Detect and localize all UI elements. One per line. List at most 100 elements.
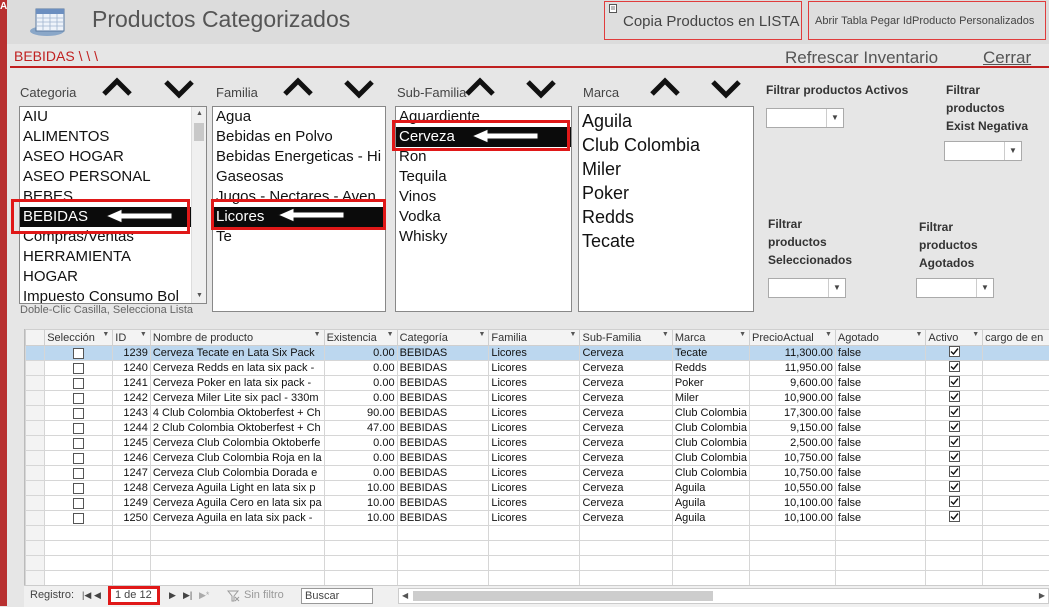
cell-categoria[interactable]: BEBIDAS	[397, 466, 489, 481]
cell-marca[interactable]: Club Colombia	[672, 466, 749, 481]
row-selector[interactable]	[26, 421, 45, 436]
cell-cargo[interactable]	[983, 481, 1049, 496]
seleccion-checkbox[interactable]	[45, 376, 113, 391]
chevron-down-icon[interactable]: ▼	[826, 109, 843, 127]
open-table-button[interactable]: Abrir Tabla Pegar IdProducto Personaliza…	[808, 1, 1046, 40]
cell-agotado[interactable]: false	[835, 511, 925, 526]
chevron-up-icon[interactable]	[100, 76, 134, 98]
copy-products-button[interactable]: Copia Productos en LISTA	[604, 1, 802, 40]
cell-subfamilia[interactable]: Cerveza	[580, 406, 672, 421]
cell-agotado[interactable]: false	[835, 406, 925, 421]
cell-cargo[interactable]	[983, 466, 1049, 481]
cell-nombre[interactable]: Cerveza Club Colombia Roja en la	[150, 451, 324, 466]
row-selector[interactable]	[26, 481, 45, 496]
cell-existencia[interactable]: 10.00	[324, 511, 397, 526]
list-item[interactable]: Gaseosas	[213, 167, 385, 187]
cell-familia[interactable]: Licores	[489, 511, 580, 526]
cell-familia[interactable]: Licores	[489, 421, 580, 436]
categoria-scrollbar[interactable]: ▲ ▼	[191, 107, 206, 303]
row-selector[interactable]	[26, 436, 45, 451]
table-row[interactable]: 12442 Club Colombia Oktoberfest + Ch47.0…	[26, 421, 1049, 436]
cell-precio[interactable]: 9,600.00	[750, 376, 836, 391]
list-item[interactable]: Miler	[579, 157, 753, 181]
cell-nombre[interactable]: Cerveza Tecate en Lata Six Pack	[150, 346, 324, 361]
cell-id[interactable]: 1249	[113, 496, 151, 511]
marca-list[interactable]: Aguila Club Colombia Miler Poker Redds T…	[578, 106, 754, 312]
cell-agotado[interactable]: false	[835, 466, 925, 481]
cell-familia[interactable]: Licores	[489, 346, 580, 361]
col-marca[interactable]: Marca▼	[672, 330, 749, 346]
products-datasheet[interactable]: Selección▼ ID▼ Nombre de producto▼ Exist…	[24, 329, 1049, 585]
list-item[interactable]: Bebidas Energeticas - Hi	[213, 147, 385, 167]
cell-existencia[interactable]: 0.00	[324, 466, 397, 481]
list-item[interactable]: HOGAR	[20, 267, 206, 287]
scroll-thumb[interactable]	[413, 591, 713, 601]
cell-nombre[interactable]: 2 Club Colombia Oktoberfest + Ch	[150, 421, 324, 436]
cell-marca[interactable]: Miler	[672, 391, 749, 406]
row-selector[interactable]	[26, 376, 45, 391]
scroll-up-icon[interactable]: ▲	[192, 107, 207, 121]
last-record-icon[interactable]: ▶|	[183, 590, 192, 601]
cell-agotado[interactable]: false	[835, 391, 925, 406]
cell-existencia[interactable]: 47.00	[324, 421, 397, 436]
col-familia[interactable]: Familia▼	[489, 330, 580, 346]
cell-subfamilia[interactable]: Cerveza	[580, 421, 672, 436]
table-row[interactable]: 1245Cerveza Club Colombia Oktoberfe0.00B…	[26, 436, 1049, 451]
cell-familia[interactable]: Licores	[489, 361, 580, 376]
cell-categoria[interactable]: BEBIDAS	[397, 376, 489, 391]
list-item[interactable]: AIU	[20, 107, 206, 127]
cell-cargo[interactable]	[983, 421, 1049, 436]
filter-exist-negativa-combo[interactable]: ▼	[944, 141, 1022, 161]
cell-nombre[interactable]: 4 Club Colombia Oktoberfest + Ch	[150, 406, 324, 421]
activo-checkbox[interactable]	[926, 436, 983, 451]
cell-nombre[interactable]: Cerveza Miler Lite six pacl - 330m	[150, 391, 324, 406]
cell-agotado[interactable]: false	[835, 451, 925, 466]
seleccion-checkbox[interactable]	[45, 346, 113, 361]
cell-marca[interactable]: Aguila	[672, 481, 749, 496]
seleccion-checkbox[interactable]	[45, 481, 113, 496]
seleccion-checkbox[interactable]	[45, 421, 113, 436]
col-cargo[interactable]: cargo de en	[983, 330, 1049, 346]
col-agotado[interactable]: Agotado▼	[835, 330, 925, 346]
list-item[interactable]: Te	[213, 227, 385, 247]
cell-marca[interactable]: Aguila	[672, 511, 749, 526]
col-categoria[interactable]: Categoría▼	[397, 330, 489, 346]
chevron-up-icon[interactable]	[463, 76, 497, 98]
row-selector[interactable]	[26, 406, 45, 421]
cell-subfamilia[interactable]: Cerveza	[580, 391, 672, 406]
list-item[interactable]: Whisky	[396, 227, 571, 247]
activo-checkbox[interactable]	[926, 346, 983, 361]
cell-agotado[interactable]: false	[835, 346, 925, 361]
cell-marca[interactable]: Club Colombia	[672, 406, 749, 421]
cell-nombre[interactable]: Cerveza Club Colombia Dorada e	[150, 466, 324, 481]
cell-id[interactable]: 1250	[113, 511, 151, 526]
cell-cargo[interactable]	[983, 451, 1049, 466]
cell-agotado[interactable]: false	[835, 496, 925, 511]
cell-agotado[interactable]: false	[835, 436, 925, 451]
cell-cargo[interactable]	[983, 391, 1049, 406]
cell-subfamilia[interactable]: Cerveza	[580, 436, 672, 451]
cell-marca[interactable]: Tecate	[672, 346, 749, 361]
cell-id[interactable]: 1240	[113, 361, 151, 376]
cell-categoria[interactable]: BEBIDAS	[397, 436, 489, 451]
cell-marca[interactable]: Aguila	[672, 496, 749, 511]
cell-existencia[interactable]: 0.00	[324, 346, 397, 361]
cell-agotado[interactable]: false	[835, 481, 925, 496]
chevron-down-icon[interactable]: ▼	[976, 279, 993, 297]
list-item[interactable]: Tecate	[579, 229, 753, 253]
cell-precio[interactable]: 10,100.00	[750, 496, 836, 511]
table-row[interactable]: 1246Cerveza Club Colombia Roja en la0.00…	[26, 451, 1049, 466]
list-item[interactable]: ALIMENTOS	[20, 127, 206, 147]
cell-cargo[interactable]	[983, 376, 1049, 391]
seleccion-checkbox[interactable]	[45, 361, 113, 376]
scroll-down-icon[interactable]: ▼	[192, 289, 207, 303]
cell-precio[interactable]: 10,100.00	[750, 511, 836, 526]
cell-familia[interactable]: Licores	[489, 376, 580, 391]
cell-existencia[interactable]: 90.00	[324, 406, 397, 421]
no-filter-label[interactable]: Sin filtro	[244, 589, 284, 601]
scroll-left-icon[interactable]: ◀	[402, 591, 408, 600]
cell-subfamilia[interactable]: Cerveza	[580, 451, 672, 466]
horizontal-scrollbar[interactable]: ◀ ▶	[398, 588, 1049, 604]
table-row[interactable]: 1239Cerveza Tecate en Lata Six Pack0.00B…	[26, 346, 1049, 361]
table-row[interactable]: 1241Cerveza Poker en lata six pack -0.00…	[26, 376, 1049, 391]
